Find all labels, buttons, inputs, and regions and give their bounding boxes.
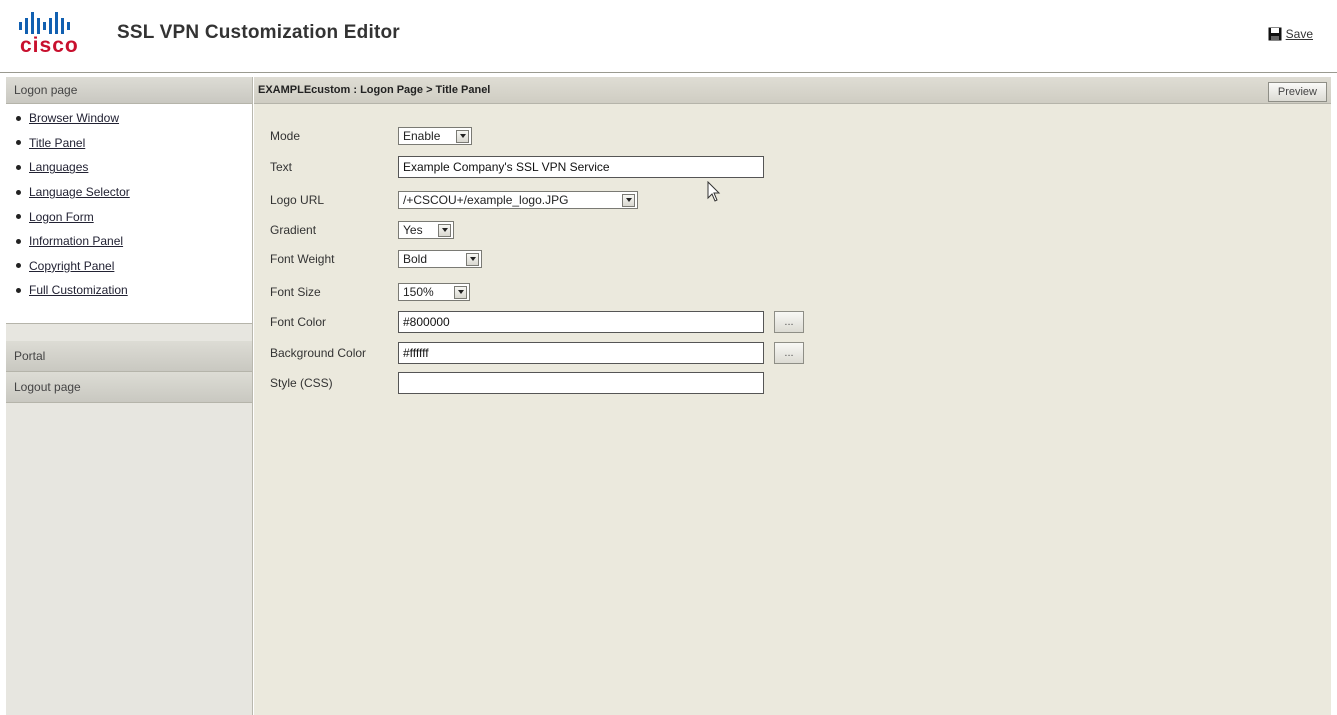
gradient-label: Gradient [270, 223, 317, 237]
font-color-row: Font Color ... [270, 311, 804, 333]
app-title: SSL VPN Customization Editor [117, 22, 400, 43]
breadcrumb-bar: EXAMPLEcustom : Logon Page > Title Panel [254, 77, 1331, 104]
logo-url-label: Logo URL [270, 193, 325, 207]
bullet-icon [16, 140, 21, 146]
list-item: Browser Window [6, 106, 252, 131]
text-label: Text [270, 160, 293, 174]
style-css-label: Style (CSS) [270, 376, 333, 390]
background-color-label: Background Color [270, 346, 367, 360]
list-item: Full Customization [6, 278, 252, 303]
font-size-label: Font Size [270, 285, 321, 299]
list-item: Information Panel [6, 229, 252, 254]
font-color-label: Font Color [270, 315, 327, 329]
floppy-disk-icon [1268, 27, 1282, 41]
sidebar-item-full-customization[interactable]: Full Customization [29, 283, 128, 297]
bullet-icon [16, 115, 21, 121]
bullet-icon [16, 214, 21, 220]
mode-row: Mode Enable [270, 126, 472, 146]
font-color-input[interactable] [398, 311, 764, 333]
font-size-select[interactable]: 150% [398, 283, 470, 301]
background-color-row: Background Color ... [270, 342, 804, 364]
text-row: Text [270, 156, 764, 178]
chevron-down-icon [454, 285, 467, 299]
bullet-icon [16, 287, 21, 293]
sidebar-item-copyright-panel[interactable]: Copyright Panel [29, 259, 114, 273]
chevron-down-icon [456, 129, 469, 143]
chevron-down-icon [438, 223, 451, 237]
save-label: Save [1285, 27, 1313, 41]
list-item: Logon Form [6, 204, 252, 229]
save-button[interactable]: Save [1268, 27, 1313, 41]
sidebar-item-information-panel[interactable]: Information Panel [29, 234, 123, 248]
chevron-down-icon [622, 193, 635, 207]
logo-url-row: Logo URL /+CSCOU+/example_logo.JPG [270, 190, 638, 210]
list-item: Languages [6, 155, 252, 180]
sidebar-item-languages[interactable]: Languages [29, 160, 88, 174]
sidebar-section-portal[interactable]: Portal [6, 341, 252, 372]
gradient-row: Gradient Yes [270, 220, 454, 240]
chevron-down-icon [466, 252, 479, 266]
cisco-logo: cisco [17, 12, 103, 60]
list-item: Copyright Panel [6, 254, 252, 279]
background-color-picker-button[interactable]: ... [774, 342, 804, 364]
sidebar-item-title-panel[interactable]: Title Panel [29, 136, 85, 150]
sidebar-section-logout-page[interactable]: Logout page [6, 372, 252, 403]
sidebar-section-logon-page[interactable]: Logon page [6, 77, 252, 104]
font-weight-label: Font Weight [270, 252, 335, 266]
mode-value: Enable [403, 129, 441, 143]
logo-url-select[interactable]: /+CSCOU+/example_logo.JPG [398, 191, 638, 209]
logo-url-value: /+CSCOU+/example_logo.JPG [403, 193, 569, 207]
text-input[interactable] [398, 156, 764, 178]
header-divider [0, 72, 1337, 73]
font-weight-select[interactable]: Bold [398, 250, 482, 268]
bullet-icon [16, 189, 21, 195]
mode-label: Mode [270, 129, 301, 143]
font-color-picker-button[interactable]: ... [774, 311, 804, 333]
main-panel: EXAMPLEcustom : Logon Page > Title Panel… [254, 77, 1331, 715]
background-color-input[interactable] [398, 342, 764, 364]
font-weight-row: Font Weight Bold [270, 249, 482, 269]
list-item: Language Selector [6, 180, 252, 205]
bullet-icon [16, 164, 21, 170]
mode-select[interactable]: Enable [398, 127, 472, 145]
logon-page-list: Browser Window Title Panel Languages Lan… [6, 104, 252, 324]
font-size-row: Font Size 150% [270, 282, 470, 302]
list-item: Title Panel [6, 131, 252, 156]
bullet-icon [16, 238, 21, 244]
font-size-value: 150% [403, 285, 434, 299]
sidebar: Logon page Browser Window Title Panel La… [6, 77, 253, 715]
style-css-row: Style (CSS) [270, 372, 764, 394]
style-css-input[interactable] [398, 372, 764, 394]
preview-button[interactable]: Preview [1267, 82, 1327, 102]
breadcrumb: EXAMPLEcustom : Logon Page > Title Panel [258, 84, 491, 96]
bullet-icon [16, 263, 21, 269]
mouse-pointer-icon [707, 181, 721, 202]
app-header: cisco SSL VPN Customization Editor Save [0, 0, 1337, 72]
font-weight-value: Bold [403, 252, 428, 266]
sidebar-item-language-selector[interactable]: Language Selector [29, 185, 130, 199]
sidebar-item-browser-window[interactable]: Browser Window [29, 111, 119, 125]
gradient-value: Yes [403, 223, 423, 237]
gradient-select[interactable]: Yes [398, 221, 454, 239]
sidebar-item-logon-form[interactable]: Logon Form [29, 210, 94, 224]
cisco-wordmark: cisco [20, 34, 79, 57]
